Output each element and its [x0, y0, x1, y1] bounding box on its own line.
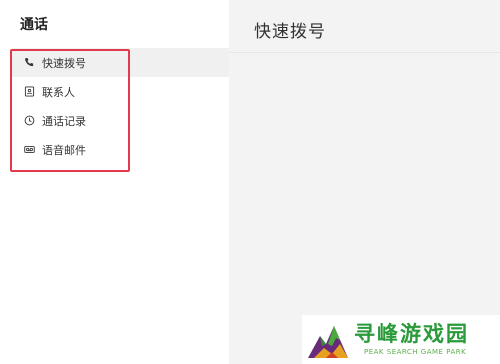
main-panel: 快速拨号 [229, 0, 500, 364]
watermark: 寻峰游戏园 PEAK SEARCH GAME PARK [302, 315, 500, 364]
sidebar-item-call-history[interactable]: 通话记录 [12, 106, 229, 135]
sidebar-item-voicemail[interactable]: 语音邮件 [12, 135, 229, 164]
header-divider [229, 52, 500, 53]
page-title: 快速拨号 [254, 22, 326, 42]
sidebar-item-speed-dial[interactable]: 快速拨号 [12, 48, 229, 77]
watermark-subtext: PEAK SEARCH GAME PARK [364, 348, 467, 356]
app-window: 通话 快速拨号 联系人 通话记录 语音邮件 快速拨号 寻峰游戏园 PEAK SE… [0, 0, 500, 364]
watermark-logo-icon [308, 326, 348, 358]
watermark-text: 寻峰游戏园 [354, 322, 469, 346]
sidebar-title: 通话 [20, 17, 48, 33]
sidebar-nav: 快速拨号 联系人 通话记录 语音邮件 [12, 48, 229, 164]
contact-card-icon [23, 86, 35, 98]
clock-icon [23, 115, 35, 127]
voicemail-icon [23, 144, 35, 156]
sidebar-item-contacts[interactable]: 联系人 [12, 77, 229, 106]
sidebar-item-label: 联系人 [42, 85, 75, 99]
sidebar-item-label: 快速拨号 [42, 56, 86, 70]
sidebar: 通话 快速拨号 联系人 通话记录 语音邮件 [0, 0, 229, 364]
phone-icon [23, 57, 35, 69]
sidebar-item-label: 语音邮件 [42, 143, 86, 157]
sidebar-item-label: 通话记录 [42, 114, 86, 128]
